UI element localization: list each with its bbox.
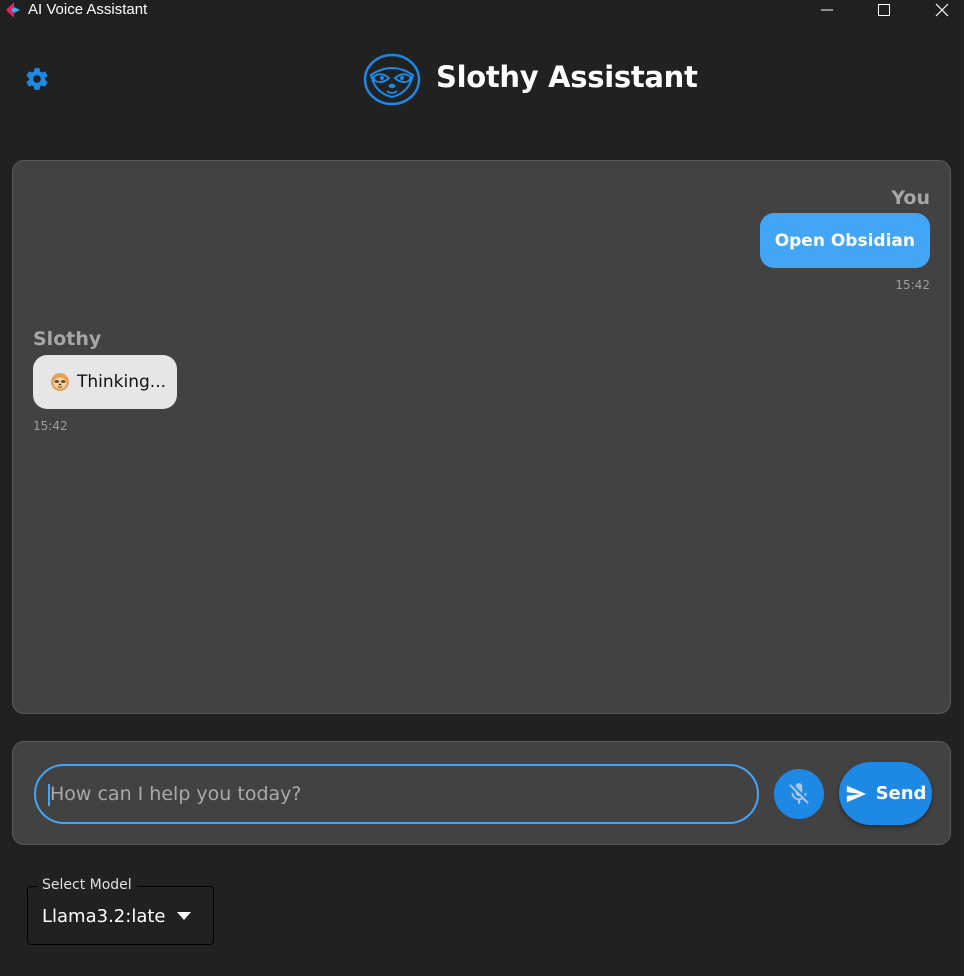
close-icon[interactable] xyxy=(919,0,964,20)
send-icon xyxy=(846,785,866,802)
maximize-icon[interactable] xyxy=(861,0,907,20)
message-sender-user: You xyxy=(891,187,930,209)
app-icon xyxy=(6,2,20,18)
gear-icon[interactable] xyxy=(24,66,50,92)
assistant-message-text: Thinking... xyxy=(77,372,167,392)
dropdown-arrow-icon xyxy=(177,912,191,920)
sloth-emoji-icon xyxy=(51,373,69,391)
minimize-icon[interactable] xyxy=(804,0,850,20)
message-input[interactable] xyxy=(34,764,759,824)
user-message-bubble: Open Obsidian xyxy=(759,213,930,268)
message-timestamp: 15:42 xyxy=(33,419,68,433)
send-label: Send xyxy=(875,783,927,804)
send-button[interactable]: Send xyxy=(839,762,932,825)
sloth-face-icon xyxy=(363,53,421,106)
model-select-label: Select Model xyxy=(37,877,137,893)
page-title: Slothy Assistant xyxy=(436,60,698,94)
assistant-message-bubble: Thinking... xyxy=(33,355,177,409)
text-cursor xyxy=(48,784,50,806)
message-sender-assistant: Slothy xyxy=(33,328,102,350)
mic-off-icon xyxy=(789,783,809,804)
model-select[interactable]: Select Model Llama3.2:late xyxy=(27,877,214,945)
model-select-value: Llama3.2:late xyxy=(42,906,166,927)
window-title: AI Voice Assistant xyxy=(28,1,148,18)
mic-button[interactable] xyxy=(774,769,824,819)
message-timestamp: 15:42 xyxy=(895,278,930,292)
chat-panel: You Open Obsidian 15:42 Slothy Thinking.… xyxy=(12,160,951,714)
title-bar: AI Voice Assistant xyxy=(0,0,964,20)
composer-panel: Send xyxy=(12,741,951,845)
